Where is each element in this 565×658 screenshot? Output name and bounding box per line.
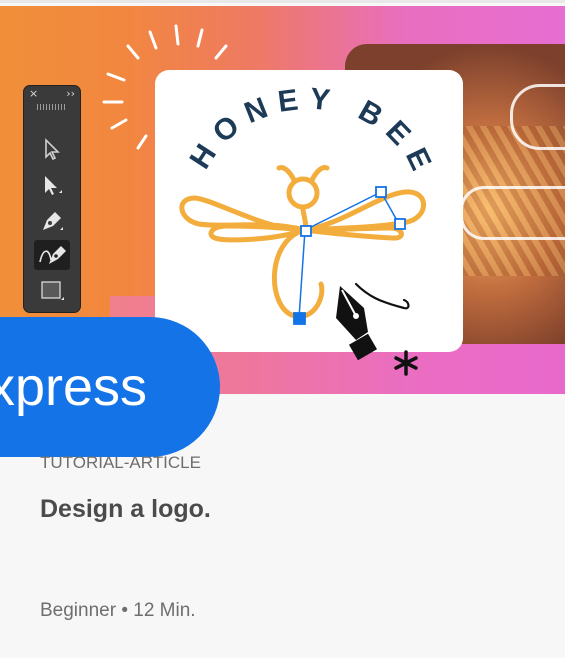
content-type-label: TUTORIAL-ARTICLE bbox=[40, 453, 201, 472]
curvature-tool[interactable] bbox=[34, 240, 70, 270]
pen-tool[interactable] bbox=[34, 206, 70, 236]
card-meta: Beginner • 12 Min. bbox=[40, 600, 196, 621]
collapse-panel-icon[interactable]: ›› bbox=[66, 86, 75, 102]
tutorial-card[interactable]: × ›› HONEY BEE xpress TUTORIAL-ARTICLE D… bbox=[0, 0, 565, 658]
direct-selection-icon bbox=[45, 138, 60, 161]
adobe-express-badge: xpress bbox=[0, 317, 220, 457]
card-title[interactable]: Design a logo. bbox=[40, 495, 540, 524]
tools-panel[interactable]: × ›› bbox=[24, 86, 80, 312]
rectangle-tool[interactable] bbox=[34, 276, 70, 306]
rectangle-icon bbox=[41, 281, 64, 300]
close-icon[interactable]: × bbox=[29, 86, 38, 102]
photo-outline-shape bbox=[510, 84, 565, 150]
direct-selection-tool[interactable] bbox=[34, 134, 70, 164]
curvature-pen-icon bbox=[39, 246, 66, 264]
photo-outline-shape bbox=[460, 186, 565, 240]
logo-text: HONEY BEE bbox=[184, 82, 442, 184]
pen-cursor-icon bbox=[336, 282, 418, 376]
panel-grip[interactable] bbox=[37, 104, 67, 110]
selection-icon bbox=[45, 176, 62, 195]
card-body: TUTORIAL-ARTICLE Design a logo. Beginner… bbox=[40, 453, 540, 621]
pen-icon bbox=[43, 212, 63, 230]
selection-tool[interactable] bbox=[34, 170, 70, 200]
